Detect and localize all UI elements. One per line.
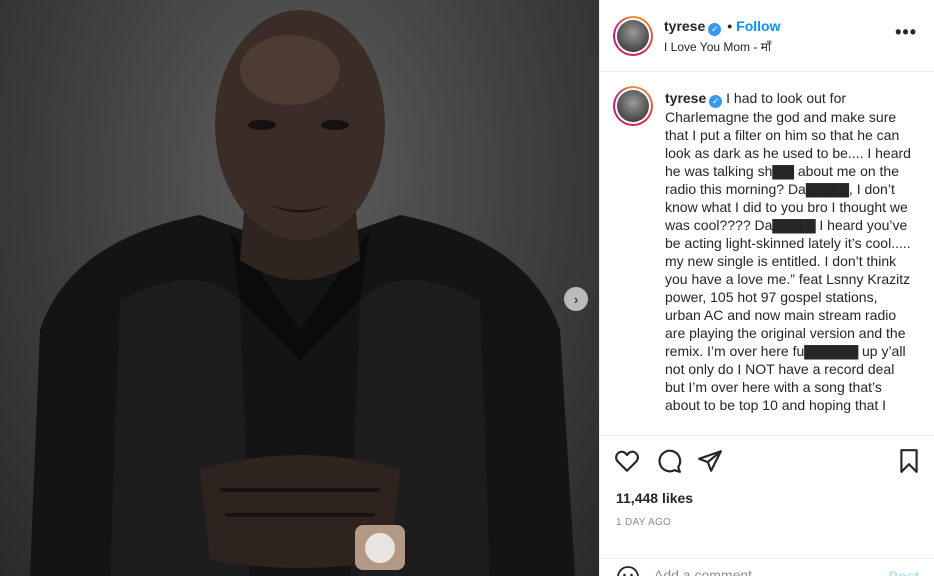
follow-button[interactable]: Follow bbox=[736, 18, 780, 34]
heart-icon[interactable] bbox=[614, 448, 640, 474]
comment-icon[interactable] bbox=[656, 448, 682, 474]
song-link[interactable]: I Love You Mom - माँ bbox=[664, 38, 771, 55]
post-photo[interactable]: › bbox=[0, 0, 599, 576]
post-comment-button[interactable]: Post bbox=[889, 568, 919, 576]
post-side-panel: tyrese ✓ • Follow I Love You Mom - माँ ••• … bbox=[599, 0, 934, 576]
action-bar: 11,448 likes 1 DAY AGO Post bbox=[600, 435, 934, 576]
likes-count[interactable]: 11,448 likes bbox=[616, 490, 693, 506]
caption-avatar[interactable] bbox=[613, 86, 653, 126]
comment-row: Post bbox=[600, 558, 934, 576]
avatar[interactable] bbox=[613, 16, 653, 56]
caption-verified-icon: ✓ bbox=[709, 95, 723, 108]
verified-badge-icon: ✓ bbox=[708, 23, 722, 36]
next-photo-button[interactable]: › bbox=[564, 287, 588, 311]
bookmark-icon[interactable] bbox=[896, 448, 922, 474]
caption: tyrese ✓ I had to look out for Charlemagn… bbox=[665, 89, 915, 414]
caption-area[interactable]: tyrese ✓ I had to look out for Charlemagn… bbox=[600, 73, 934, 435]
more-horizontal-icon[interactable]: ••• bbox=[895, 22, 917, 43]
comment-input[interactable] bbox=[654, 567, 874, 576]
header-user-line: tyrese ✓ • Follow bbox=[664, 18, 781, 36]
post-time[interactable]: 1 DAY AGO bbox=[616, 517, 671, 528]
separator-dot: • bbox=[727, 18, 733, 34]
emoji-icon[interactable] bbox=[616, 565, 640, 576]
post-header: tyrese ✓ • Follow I Love You Mom - माँ ••• bbox=[600, 0, 934, 72]
portrait-image bbox=[30, 10, 575, 576]
caption-username[interactable]: tyrese bbox=[665, 90, 706, 106]
username-link[interactable]: tyrese bbox=[664, 18, 705, 34]
caption-text: I had to look out for Charlemagne the go… bbox=[665, 90, 915, 413]
share-icon[interactable] bbox=[697, 448, 723, 474]
chevron-right-icon: › bbox=[573, 291, 579, 307]
